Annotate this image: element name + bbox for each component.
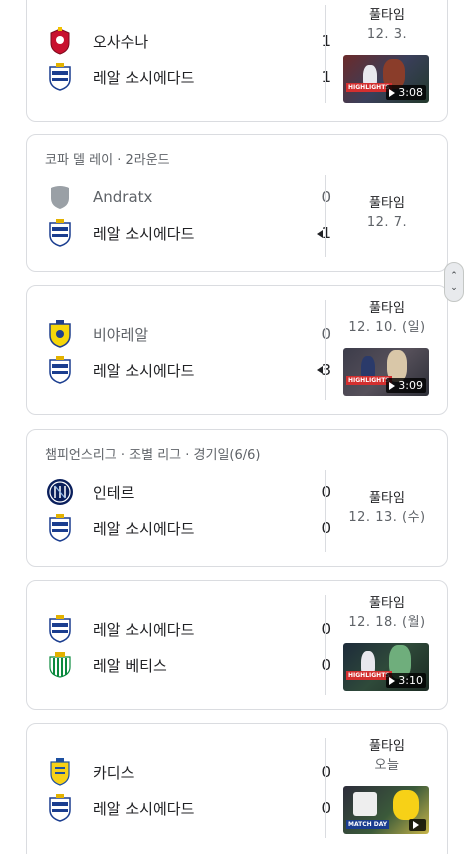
- match-date: 12. 7.: [366, 215, 408, 230]
- home-team-name: 비야레알: [93, 325, 149, 344]
- real-sociedad-crest-icon: [45, 793, 75, 823]
- away-score: 1: [321, 68, 331, 86]
- video-duration: [409, 819, 426, 831]
- home-team-name: 오사수나: [93, 32, 149, 51]
- status-label: 풀타임: [369, 196, 405, 211]
- match-card[interactable]: 오사수나 1 레알 소시에다드 1 풀타임 12. 3. HIGHLIGHTS …: [26, 0, 448, 122]
- match-date: 12. 10. (일): [348, 320, 426, 335]
- play-icon: [389, 381, 396, 390]
- match-status: 풀타임 12. 18. (월): [327, 595, 447, 633]
- team-row-away: 레알 소시에다드 1: [45, 217, 331, 249]
- real-sociedad-crest-icon: [45, 513, 75, 543]
- home-team-name: 레알 소시에다드: [93, 620, 195, 639]
- match-status: 풀타임 12. 3.: [327, 7, 447, 45]
- status-label: 풀타임: [369, 8, 405, 23]
- competition-label: 코파 델 레이 · 2라운드: [45, 153, 170, 168]
- duration-text: 3:09: [398, 379, 423, 392]
- team-row-away: 레알 소시에다드 0: [45, 512, 331, 544]
- competition-label: 챔피언스리그 · 조별 리그 · 경기일(6/6): [45, 448, 261, 463]
- team-row-home: 카디스 0: [45, 756, 331, 788]
- video-duration: 3:08: [386, 85, 426, 100]
- away-team-name: 레알 소시에다드: [93, 224, 195, 243]
- match-status: 풀타임 12. 13. (수): [327, 490, 447, 528]
- away-team-name: 레알 베티스: [93, 656, 167, 675]
- play-icon: [389, 88, 396, 97]
- away-team-name: 레알 소시에다드: [93, 68, 195, 87]
- preview-video-thumbnail[interactable]: MATCH DAY: [343, 786, 429, 834]
- highlight-video-thumbnail[interactable]: HIGHLIGHTS 3:09: [343, 348, 429, 396]
- match-card[interactable]: 레알 소시에다드 0 레알 베티스 0 풀타임 12. 18. (월) HIGH…: [26, 580, 448, 710]
- match-card[interactable]: 비야레알 0 레알 소시에다드 3 풀타임 12. 10. (일) HIGHLI…: [26, 285, 448, 415]
- team-row-away: 레알 소시에다드 0: [45, 792, 331, 824]
- divider: [325, 470, 326, 552]
- team-row-home: Andratx 0: [45, 181, 331, 213]
- away-team-name: 레알 소시에다드: [93, 519, 195, 538]
- away-team-name: 레알 소시에다드: [93, 361, 195, 380]
- duration-text: 3:08: [398, 86, 423, 99]
- status-label: 풀타임: [369, 739, 405, 754]
- status-label: 풀타임: [369, 491, 405, 506]
- generic-shield-icon: [45, 182, 75, 212]
- play-icon: [389, 676, 396, 685]
- away-score: 0: [321, 656, 331, 674]
- duration-text: 3:10: [398, 674, 423, 687]
- chevron-up-icon: ⌃: [450, 271, 458, 281]
- video-duration: 3:10: [386, 673, 426, 688]
- scroll-handle[interactable]: ⌃ ⌄: [444, 262, 464, 302]
- divider: [325, 738, 326, 838]
- play-icon: [413, 821, 419, 829]
- winner-indicator: [317, 230, 323, 238]
- away-team-name: 레알 소시에다드: [93, 799, 195, 818]
- match-card[interactable]: 카디스 0 레알 소시에다드 0 풀타임 오늘 MATCH DAY: [26, 723, 448, 854]
- home-team-name: 카디스: [93, 763, 135, 782]
- match-date: 12. 18. (월): [348, 615, 426, 630]
- real-sociedad-crest-icon: [45, 62, 75, 92]
- real-betis-crest-icon: [45, 650, 75, 680]
- team-row-away: 레알 소시에다드 3: [45, 354, 331, 386]
- cadiz-crest-icon: [45, 757, 75, 787]
- highlights-badge: HIGHLIGHTS: [346, 83, 392, 92]
- chevron-down-icon: ⌄: [450, 283, 458, 293]
- divider: [325, 5, 326, 103]
- divider: [325, 595, 326, 695]
- team-row-away: 레알 소시에다드 1: [45, 61, 331, 93]
- team-row-home: 비야레알 0: [45, 318, 331, 350]
- home-team-name: 인테르: [93, 483, 135, 502]
- team-row-away: 레알 베티스 0: [45, 649, 331, 681]
- winner-indicator: [317, 366, 323, 374]
- status-label: 풀타임: [369, 596, 405, 611]
- highlight-video-thumbnail[interactable]: HIGHLIGHTS 3:08: [343, 55, 429, 103]
- real-sociedad-crest-icon: [45, 218, 75, 248]
- highlights-badge: HIGHLIGHTS: [346, 671, 392, 680]
- match-card[interactable]: 챔피언스리그 · 조별 리그 · 경기일(6/6) 인테르 0 레알 소시에다드…: [26, 429, 448, 567]
- match-status: 풀타임 오늘: [327, 738, 447, 776]
- match-date: 12. 13. (수): [348, 510, 426, 525]
- highlight-video-thumbnail[interactable]: HIGHLIGHTS 3:10: [343, 643, 429, 691]
- real-sociedad-crest-icon: [45, 614, 75, 644]
- match-status: 풀타임 12. 10. (일): [327, 300, 447, 338]
- team-row-home: 오사수나 1: [45, 25, 331, 57]
- status-label: 풀타임: [369, 301, 405, 316]
- villarreal-crest-icon: [45, 319, 75, 349]
- away-score: 0: [321, 799, 331, 817]
- real-sociedad-crest-icon: [45, 355, 75, 385]
- match-date: 오늘: [374, 758, 400, 773]
- home-team-name: Andratx: [93, 188, 153, 206]
- match-status: 풀타임 12. 7.: [327, 195, 447, 233]
- matchday-badge: MATCH DAY: [346, 820, 390, 829]
- inter-crest-icon: [45, 477, 75, 507]
- team-row-home: 인테르 0: [45, 476, 331, 508]
- team-row-home: 레알 소시에다드 0: [45, 613, 331, 645]
- match-date: 12. 3.: [366, 27, 408, 42]
- video-duration: 3:09: [386, 378, 426, 393]
- highlights-badge: HIGHLIGHTS: [346, 376, 392, 385]
- divider: [325, 175, 326, 257]
- match-card[interactable]: 코파 델 레이 · 2라운드 Andratx 0 레알 소시에다드 1 풀타임 …: [26, 134, 448, 272]
- divider: [325, 300, 326, 400]
- osasuna-crest-icon: [45, 26, 75, 56]
